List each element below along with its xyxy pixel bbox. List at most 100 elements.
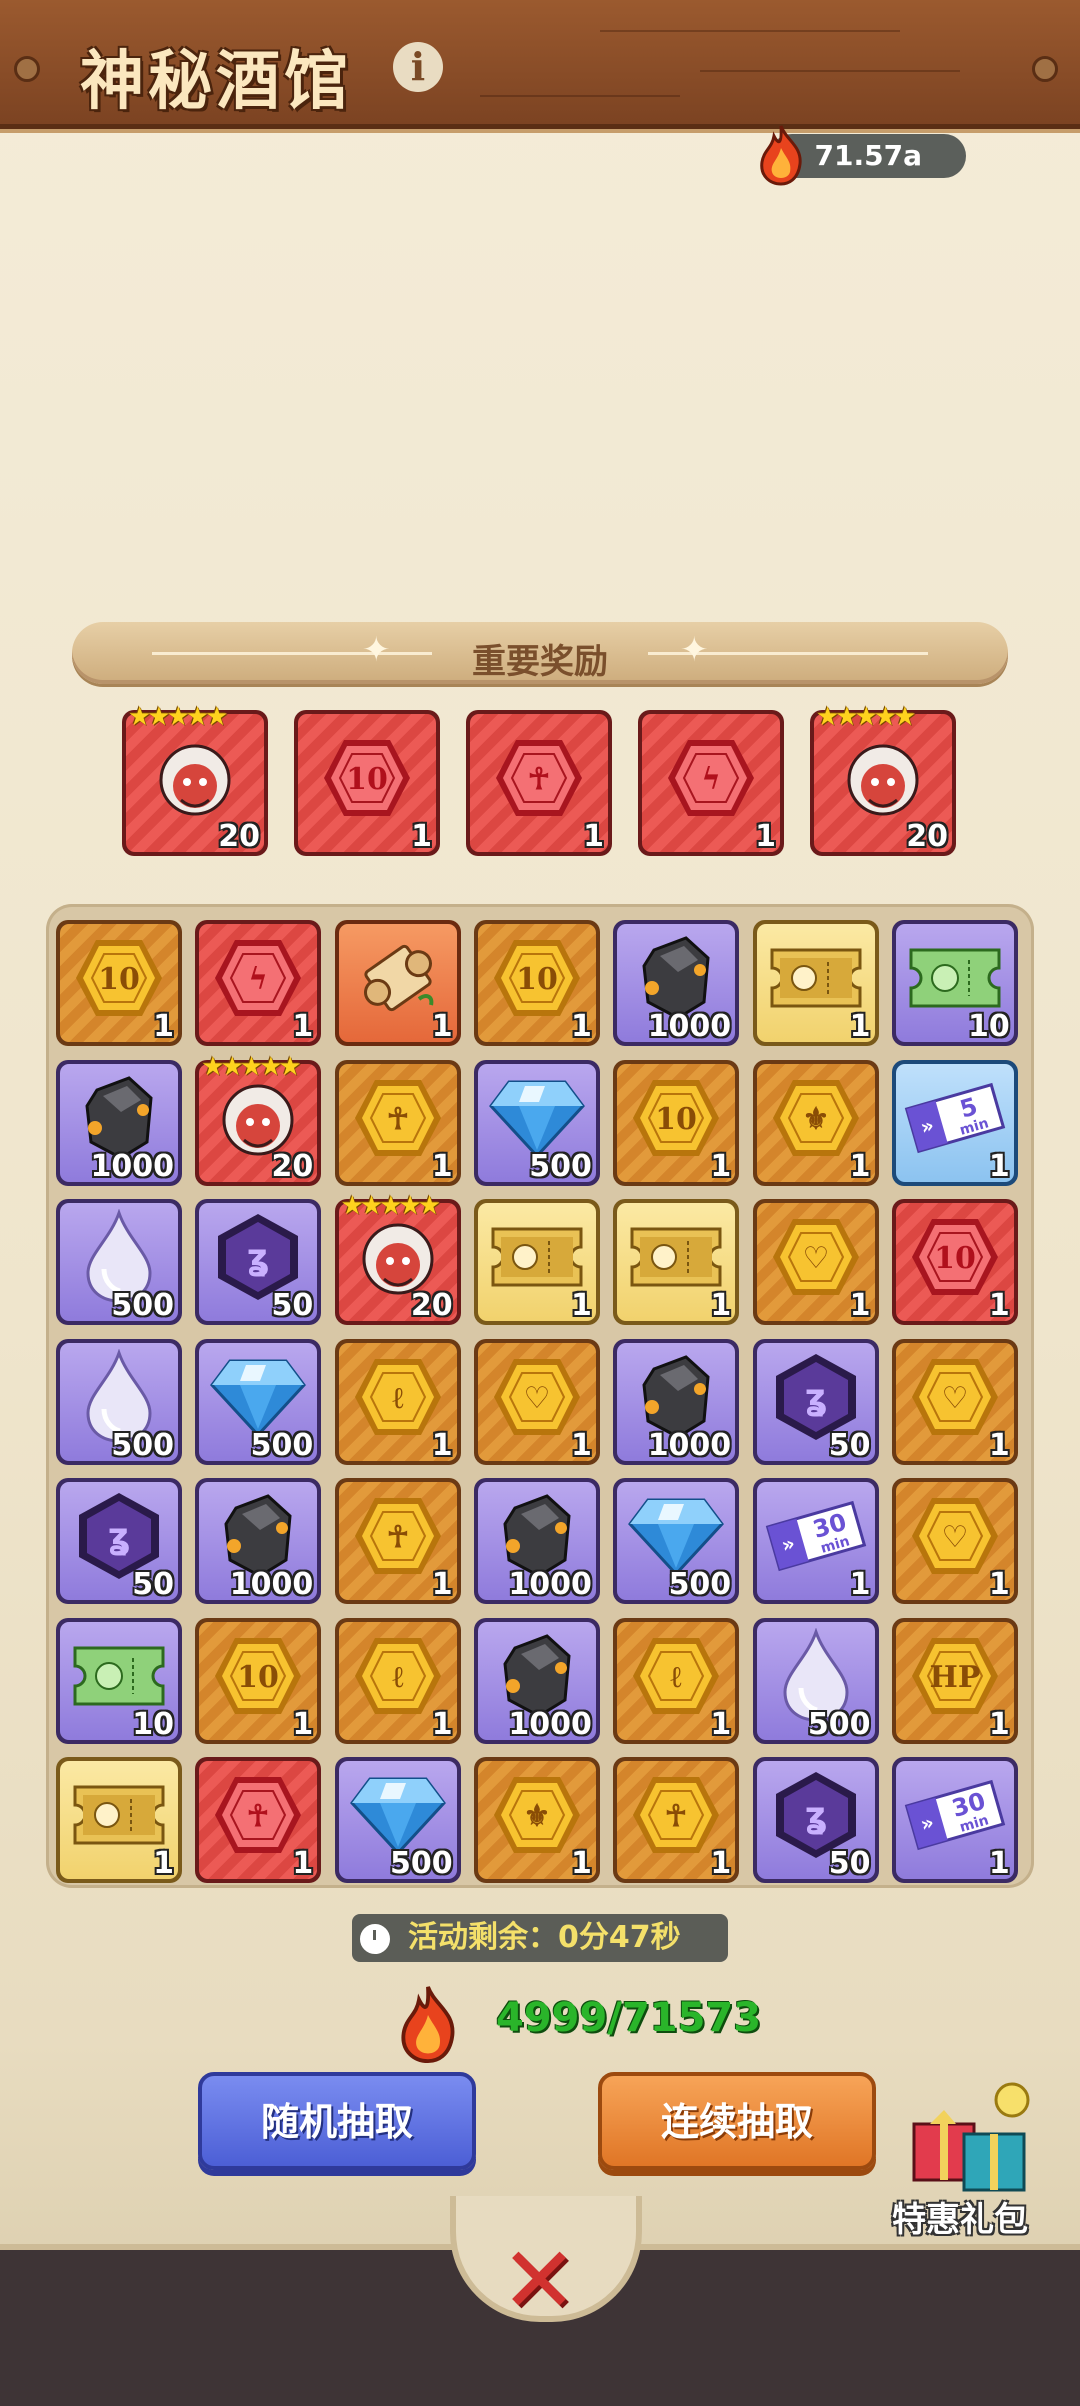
item-quantity: 1 <box>571 1427 592 1463</box>
clock-icon <box>360 1924 390 1954</box>
item-quantity: 1 <box>431 1148 453 1184</box>
item-quantity: 1 <box>571 1288 592 1323</box>
reward-grid-tile[interactable]: 500 <box>334 1757 461 1883</box>
draw-count: 4999/71573 <box>496 1995 762 2041</box>
reward-grid-tile[interactable]: 10 1 <box>891 1199 1018 1325</box>
important-reward-tile[interactable]: 10 1 <box>294 710 440 856</box>
reward-grid-tile[interactable]: ʓ 50 <box>752 1757 879 1883</box>
item-quantity: 1000 <box>229 1567 314 1602</box>
svg-text:☥: ☥ <box>386 1102 408 1137</box>
item-quantity: 1 <box>849 1009 871 1044</box>
reward-grid-tile[interactable]: 500 <box>56 1199 182 1325</box>
item-quantity: 1000 <box>647 1009 732 1044</box>
reward-grid-tile[interactable]: ℓ1 <box>334 1617 461 1744</box>
reward-grid-tile[interactable]: ♡ 1 <box>891 1338 1018 1465</box>
reward-grid-tile[interactable]: 1 <box>613 1199 740 1325</box>
header-bar: 神秘酒馆 i <box>0 0 1080 129</box>
reward-grid-tile[interactable]: ★★★★★ 20 <box>195 1052 322 1186</box>
item-quantity: 1 <box>431 1009 453 1044</box>
banner-title: 重要奖励 <box>472 642 608 682</box>
reward-grid-tile[interactable]: ℓ1 <box>613 1617 740 1744</box>
item-quantity: 1 <box>292 1009 314 1044</box>
svg-text:⚜: ⚜ <box>802 1102 829 1137</box>
reward-grid-tile[interactable]: 10 <box>56 1617 182 1744</box>
reward-grid-tile[interactable]: 1 <box>752 920 879 1046</box>
svg-text:☥: ☥ <box>386 1520 408 1555</box>
svg-text:♡: ♡ <box>941 1381 968 1416</box>
gold-ankh-token-icon: ☥ <box>631 1773 721 1861</box>
random-draw-button[interactable]: 随机抽取 <box>198 2072 476 2170</box>
reward-grid-tile[interactable]: ☥ 1 <box>613 1757 740 1883</box>
gift-box-icon <box>912 2082 1030 2192</box>
item-quantity: 1 <box>988 1567 1010 1602</box>
close-button[interactable]: ✕ <box>494 2235 584 2327</box>
reward-grid-tile[interactable]: ℓ1 <box>334 1338 461 1465</box>
reward-grid-tile[interactable]: 10 1 <box>613 1059 740 1186</box>
reward-grid-tile[interactable]: ʓ 50 <box>752 1338 879 1465</box>
gold-crest-token-icon: ⚜ <box>771 1076 861 1164</box>
item-quantity: 1 <box>988 1846 1010 1881</box>
reward-grid-tile[interactable]: 1000 <box>473 1478 600 1604</box>
reward-grid-tile[interactable]: 10 1 <box>56 920 182 1046</box>
reward-grid-tile[interactable]: 500 <box>613 1478 740 1604</box>
reward-grid-tile[interactable]: ϟ1 <box>195 920 322 1046</box>
flame-icon <box>760 125 802 186</box>
reward-grid-tile[interactable]: 10 <box>891 920 1018 1046</box>
svg-text:ϟ: ϟ <box>248 962 268 997</box>
reward-grid-tile[interactable]: 10 1 <box>473 920 600 1046</box>
reward-grid-tile[interactable]: ♡ 1 <box>473 1338 600 1465</box>
continuous-draw-button[interactable]: 连续抽取 <box>598 2072 876 2170</box>
item-quantity: 500 <box>529 1148 592 1184</box>
reward-grid-tile[interactable]: 10 1 <box>195 1617 322 1744</box>
reward-grid-tile[interactable]: ⚜ 1 <box>752 1059 879 1186</box>
star-rating: ★★★★★ <box>201 1051 302 1082</box>
reward-grid-tile[interactable]: 1000 <box>195 1478 322 1604</box>
reward-grid-tile[interactable]: ♡ 1 <box>891 1478 1018 1604</box>
svg-text:ℓ: ℓ <box>671 1660 682 1695</box>
item-quantity: 1 <box>153 1846 174 1881</box>
reward-grid-tile[interactable]: ʓ 50 <box>56 1478 182 1604</box>
reward-grid-tile[interactable]: ☥ 1 <box>334 1059 461 1186</box>
reward-grid-tile[interactable]: ⚜ 1 <box>473 1757 600 1883</box>
important-reward-tile[interactable]: ★★★★★ 20 <box>122 702 268 856</box>
item-quantity: 1 <box>411 819 432 854</box>
important-reward-tile[interactable]: ☥ 1 <box>466 710 612 856</box>
reward-grid-tile[interactable]: ♡ 1 <box>752 1199 879 1325</box>
reward-grid-tile[interactable]: » 30 min 1 <box>752 1478 879 1604</box>
item-quantity: 10 <box>132 1706 174 1742</box>
svg-text:10: 10 <box>934 1241 976 1276</box>
bolt-right-icon <box>1032 56 1058 82</box>
reward-grid-tile[interactable]: 500 <box>752 1617 879 1744</box>
svg-text:10: 10 <box>237 1660 279 1695</box>
reward-grid-tile[interactable]: 1000 <box>613 920 740 1046</box>
reward-grid-tile[interactable]: » 5 min 1 <box>891 1059 1018 1186</box>
important-reward-tile[interactable]: ϟ1 <box>638 710 784 856</box>
item-quantity: 1 <box>849 1288 871 1323</box>
reward-grid-tile[interactable]: 1 <box>56 1757 182 1883</box>
reward-grid-tile[interactable]: 1000 <box>613 1338 740 1465</box>
reward-grid-tile[interactable]: » 30 min 1 <box>891 1757 1018 1883</box>
item-quantity: 50 <box>828 1427 871 1463</box>
gold-wing-token-icon: ℓ <box>353 1634 443 1722</box>
reward-grid-tile[interactable]: 500 <box>195 1338 322 1465</box>
reward-grid-tile[interactable]: 1 <box>334 920 461 1046</box>
reward-grid-tile[interactable]: 500 <box>473 1059 600 1186</box>
star-rating: ★★★★★ <box>340 1191 442 1221</box>
reward-grid-tile[interactable]: HP 1 <box>891 1617 1018 1744</box>
important-reward-tile[interactable]: ★★★★★ 20 <box>810 702 956 856</box>
reward-grid-tile[interactable]: 1000 <box>56 1059 182 1186</box>
reward-grid-tile[interactable]: ☥ 1 <box>334 1478 461 1604</box>
red-ankh-token-icon: ☥ <box>494 736 584 824</box>
reward-grid-tile[interactable]: ★★★★★ 20 <box>334 1191 461 1325</box>
red-ankh-token-icon: ☥ <box>213 1773 303 1861</box>
reward-grid-tile[interactable]: 1000 <box>473 1617 600 1744</box>
item-quantity: 1 <box>988 1427 1010 1463</box>
reward-grid-tile[interactable]: 1 <box>473 1199 600 1325</box>
gold-heart-token-icon: ♡ <box>492 1355 582 1443</box>
info-icon[interactable]: i <box>393 42 443 92</box>
reward-grid-tile[interactable]: ☥ 1 <box>195 1757 322 1883</box>
svg-text:ℓ: ℓ <box>392 1660 403 1695</box>
reward-grid-tile[interactable]: ʓ 50 <box>195 1199 322 1325</box>
svg-text:♡: ♡ <box>523 1381 550 1416</box>
reward-grid-tile[interactable]: 500 <box>56 1338 182 1465</box>
